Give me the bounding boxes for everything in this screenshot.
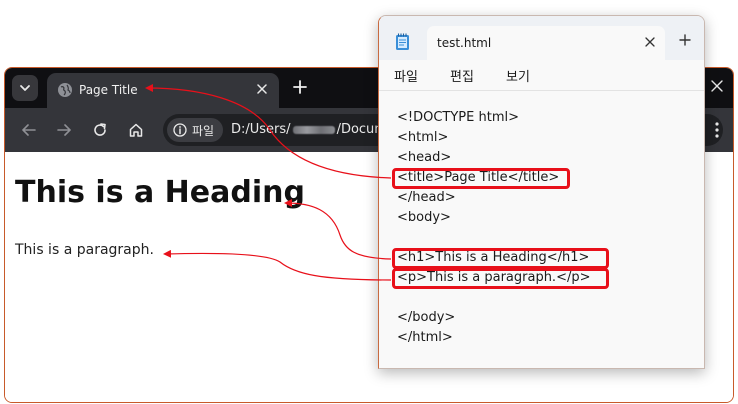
more-vertical-icon <box>715 122 719 138</box>
url-prefix: D:/Users/ <box>231 122 291 137</box>
forward-arrow-icon <box>57 124 71 136</box>
address-url: D:/Users//Docum <box>231 122 387 137</box>
forward-button[interactable] <box>53 119 75 141</box>
browser-tab-active[interactable]: Page Title <box>47 73 279 108</box>
reload-icon <box>94 123 106 136</box>
site-info-label: 파일 <box>192 123 215 138</box>
globe-icon <box>58 83 72 97</box>
code-line: </html> <box>397 330 453 345</box>
notepad-window: test.html 파일 편집 보기 <!DOCTYPE html> <html… <box>378 15 705 369</box>
back-button[interactable] <box>18 119 40 141</box>
notepad-tab-title: test.html <box>437 36 492 50</box>
highlight-p-tag <box>392 268 609 289</box>
tab-close-button[interactable] <box>253 80 271 98</box>
back-arrow-icon <box>22 124 36 136</box>
page-paragraph: This is a paragraph. <box>15 242 154 258</box>
browser-menu-button[interactable] <box>715 121 719 139</box>
notepad-tab-close-button[interactable] <box>645 32 655 52</box>
site-info-chip[interactable]: 파일 <box>167 118 224 142</box>
highlight-title-tag <box>392 168 570 189</box>
notepad-new-tab-button[interactable] <box>679 31 691 51</box>
code-line: </body> <box>397 310 456 325</box>
highlight-h1-tag <box>392 248 609 269</box>
page-heading: This is a Heading <box>15 175 305 210</box>
tab-title: Page Title <box>79 83 138 97</box>
reload-button[interactable] <box>89 119 111 141</box>
close-icon <box>645 37 655 47</box>
info-icon <box>173 123 187 137</box>
code-line: <head> <box>397 150 452 165</box>
menu-edit[interactable]: 편집 <box>450 66 474 85</box>
window-close-button[interactable] <box>711 77 723 97</box>
plus-icon <box>679 34 691 46</box>
home-icon <box>129 123 143 137</box>
plus-icon <box>293 80 307 94</box>
new-tab-button[interactable] <box>289 76 311 98</box>
home-button[interactable] <box>125 119 147 141</box>
notepad-menu-bar: 파일 편집 보기 <box>379 60 704 91</box>
notepad-tab-active[interactable]: test.html <box>427 26 665 60</box>
notepad-editor[interactable]: <!DOCTYPE html> <html> <head> <title>Pag… <box>379 91 704 368</box>
close-icon <box>711 80 723 92</box>
close-icon <box>257 84 267 94</box>
code-line: <html> <box>397 130 449 145</box>
chevron-down-icon <box>20 85 30 91</box>
screenshot-stage: Page Title 파일 D:/Users/ /Docum This is a… <box>0 0 738 404</box>
menu-view[interactable]: 보기 <box>506 66 530 85</box>
menu-file[interactable]: 파일 <box>394 66 418 85</box>
redacted-username <box>292 125 335 134</box>
tab-search-button[interactable] <box>12 75 38 101</box>
code-line: <!DOCTYPE html> <box>397 110 519 125</box>
notepad-title-bar: test.html <box>379 16 704 60</box>
code-line: </head> <box>397 190 456 205</box>
code-line: <body> <box>397 210 451 225</box>
notepad-icon <box>396 33 409 50</box>
